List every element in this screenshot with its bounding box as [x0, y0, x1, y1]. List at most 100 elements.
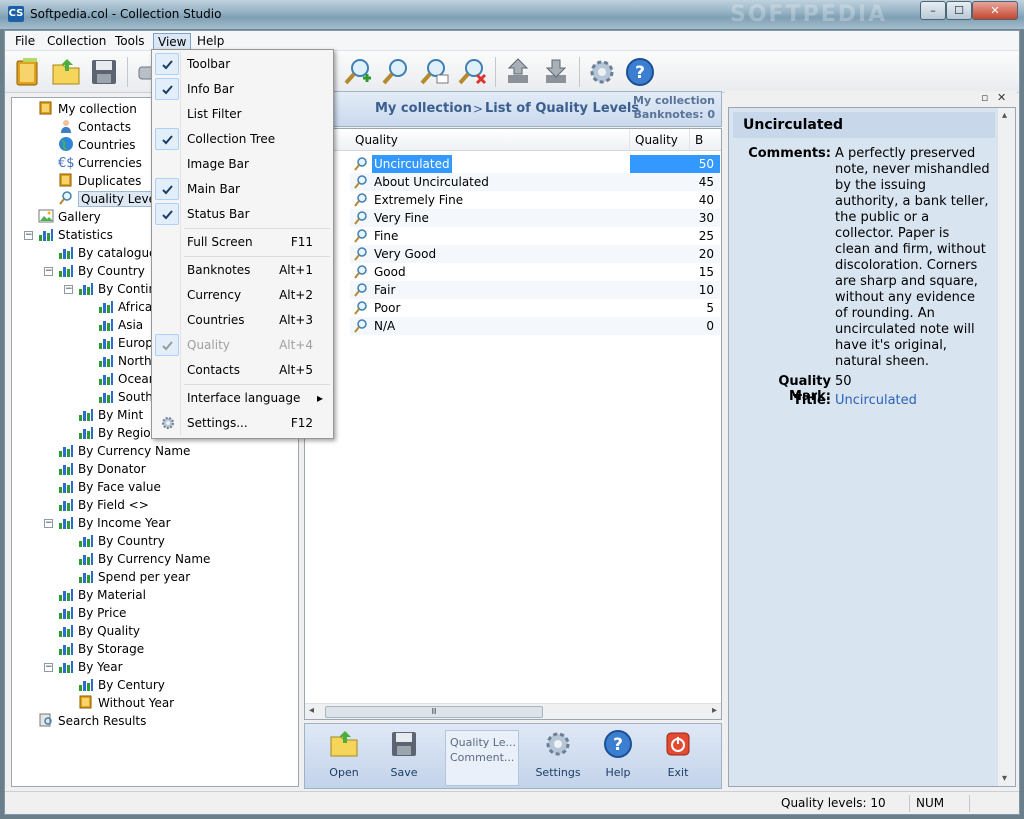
tree-item-by-face-value[interactable]: By Face value [58, 478, 161, 496]
tree-item-countries[interactable]: Countries [58, 136, 136, 154]
menu-item-main-bar[interactable]: Main Bar [154, 178, 331, 200]
tree-item-by-currency-name[interactable]: By Currency Name [78, 550, 210, 568]
save-button[interactable]: Save [379, 728, 429, 786]
column-quality-mark[interactable]: Quality ... [630, 129, 690, 169]
table-row[interactable]: Good 15 [350, 263, 720, 281]
svg-text:?: ? [635, 63, 645, 83]
tree-item-by-country[interactable]: By Country [78, 532, 165, 550]
pin-icon[interactable]: ▫ [981, 91, 988, 104]
tree-item-by-storage[interactable]: By Storage [58, 640, 144, 658]
table-row[interactable]: Fair 10 [350, 281, 720, 299]
menu-item-currency[interactable]: Currency Alt+2 [154, 284, 331, 306]
menu-collection[interactable]: Collection [43, 33, 110, 50]
export-icon[interactable] [539, 55, 573, 89]
scroll-up-arrow[interactable]: ▴ [1002, 110, 1007, 121]
search-comment-icon[interactable] [417, 55, 451, 89]
column-quality[interactable]: Quality [350, 129, 630, 151]
maximize-button[interactable]: ☐ [946, 1, 972, 20]
breadcrumb-root[interactable]: My collection [375, 101, 472, 116]
tree-item-contacts[interactable]: Contacts [58, 118, 131, 136]
collapse-toggle[interactable]: − [44, 519, 53, 528]
menu-item-collection-tree[interactable]: Collection Tree [154, 128, 331, 150]
exit-button[interactable]: Exit [653, 728, 703, 786]
checkmark-icon [155, 178, 179, 200]
open-book-icon[interactable] [11, 55, 45, 89]
tree-item-by-price[interactable]: By Price [58, 604, 126, 622]
table-row[interactable]: Extremely Fine 40 [350, 191, 720, 209]
collapse-toggle[interactable]: − [64, 285, 73, 294]
help-icon[interactable]: ? [623, 55, 657, 89]
tree-item-gallery[interactable]: Gallery [38, 208, 101, 226]
tree-item-by-field[interactable]: By Field <> [58, 496, 149, 514]
tree-item-by-donator[interactable]: By Donator [58, 460, 146, 478]
menu-item-full-screen[interactable]: Full Screen F11 [154, 231, 331, 253]
collapse-toggle[interactable]: − [44, 267, 53, 276]
close-button[interactable]: ✕ [972, 1, 1018, 20]
column-b[interactable]: B [690, 129, 721, 151]
menu-view[interactable]: View [153, 33, 192, 50]
tree-item-africa[interactable]: Africa [98, 298, 152, 316]
tree-item-statistics[interactable]: Statistics [38, 226, 113, 244]
menu-item-list-filter[interactable]: List Filter [154, 103, 331, 125]
tree-item-asia[interactable]: Asia [98, 316, 143, 334]
menu-tools[interactable]: Tools [111, 33, 149, 50]
menu-item-toolbar[interactable]: Toolbar [154, 53, 331, 75]
open-folder-icon[interactable] [49, 55, 83, 89]
collapse-toggle[interactable]: − [24, 231, 33, 240]
menu-item-settings[interactable]: Settings... F12 [154, 412, 331, 434]
menu-item-contacts[interactable]: Contacts Alt+5 [154, 359, 331, 381]
menu-item-interface-language[interactable]: Interface language ▸ [154, 387, 331, 409]
table-row[interactable]: About Uncirculated 45 [350, 173, 720, 191]
help-button[interactable]: ? Help [593, 728, 643, 786]
add-search-icon[interactable] [341, 55, 375, 89]
tree-item-by-country[interactable]: By Country [58, 262, 145, 280]
settings-button[interactable]: Settings [533, 728, 583, 786]
import-icon[interactable] [501, 55, 535, 89]
minimize-button[interactable]: – [920, 1, 946, 20]
tree-item-by-century[interactable]: By Century [78, 676, 165, 694]
tree-item-by-income-year[interactable]: By Income Year [58, 514, 171, 532]
quality-cell: About Uncirculated [350, 173, 630, 191]
title-value-link[interactable]: Uncirculated [835, 393, 917, 409]
tree-item-by-quality[interactable]: By Quality [58, 622, 140, 640]
settings-icon[interactable] [585, 55, 619, 89]
scroll-right-arrow[interactable]: ▸ [712, 705, 717, 716]
save-icon[interactable] [87, 55, 121, 89]
table-row[interactable]: Uncirculated 50 [350, 155, 720, 173]
tree-item-my-collection[interactable]: My collection [38, 100, 137, 118]
table-row[interactable]: Fine 25 [350, 227, 720, 245]
close-panel-icon[interactable]: ✕ [997, 91, 1006, 104]
vertical-scrollbar[interactable]: ▴ ▾ [997, 108, 1015, 786]
scroll-down-arrow[interactable]: ▾ [1002, 773, 1007, 784]
table-row[interactable]: Very Good 20 [350, 245, 720, 263]
tree-item-by-material[interactable]: By Material [58, 586, 146, 604]
menu-item-image-bar[interactable]: Image Bar [154, 153, 331, 175]
scroll-thumb[interactable]: Ⅲ [325, 706, 543, 718]
search-icon[interactable] [379, 55, 413, 89]
menu-file[interactable]: File [11, 33, 39, 50]
menu-item-countries[interactable]: Countries Alt+3 [154, 309, 331, 331]
search-delete-icon[interactable] [455, 55, 489, 89]
menu-item-info-bar[interactable]: Info Bar [154, 78, 331, 100]
table-row[interactable]: Poor 5 [350, 299, 720, 317]
collapse-toggle[interactable]: − [44, 663, 53, 672]
table-row[interactable]: Very Fine 30 [350, 209, 720, 227]
tree-item-by-currency-name[interactable]: By Currency Name [58, 442, 190, 460]
tree-item-duplicates[interactable]: Duplicates [58, 172, 141, 190]
chart-icon [79, 427, 93, 439]
tree-item-by-region[interactable]: By Region [78, 424, 158, 442]
menu-item-status-bar[interactable]: Status Bar [154, 203, 331, 225]
tree-item-by-mint[interactable]: By Mint [78, 406, 143, 424]
menu-item-banknotes[interactable]: Banknotes Alt+1 [154, 259, 331, 281]
tree-item-search-results[interactable]: Search Results [38, 712, 146, 730]
horizontal-scrollbar[interactable]: ◂ Ⅲ ▸ [305, 703, 721, 719]
tree-item-currencies[interactable]: €$ Currencies [58, 154, 142, 172]
comments-line: without any evidence [835, 290, 975, 305]
menu-help[interactable]: Help [193, 33, 228, 50]
scroll-left-arrow[interactable]: ◂ [309, 705, 314, 716]
table-row[interactable]: N/A 0 [350, 317, 720, 335]
tree-item-by-year[interactable]: By Year [58, 658, 123, 676]
tree-item-without-year[interactable]: Without Year [78, 694, 174, 712]
open-button[interactable]: Open [319, 728, 369, 786]
tree-item-spend-per-year[interactable]: Spend per year [78, 568, 190, 586]
